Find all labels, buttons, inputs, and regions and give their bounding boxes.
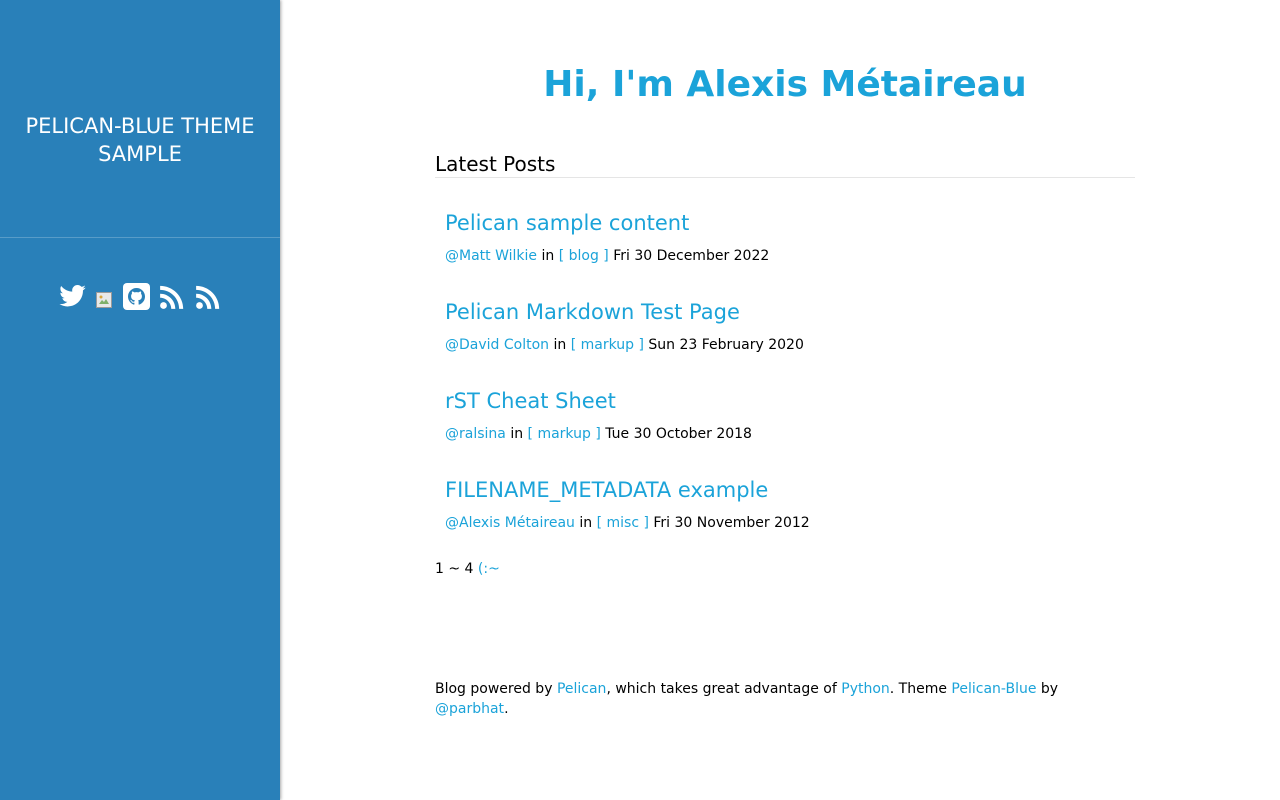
post-item: FILENAME_METADATA example @Alexis Métair… [445, 475, 1125, 533]
rss-icon[interactable] [194, 282, 222, 310]
post-date: Sun 23 February 2020 [648, 337, 804, 353]
theme-link[interactable]: Pelican-Blue [951, 681, 1036, 697]
pelican-link[interactable]: Pelican [557, 681, 607, 697]
in-text: in [579, 515, 593, 531]
pagination: 1 ~ 4 (:~ [435, 559, 500, 579]
post-title-link[interactable]: FILENAME_METADATA example [445, 475, 1125, 505]
page-range: 1 ~ 4 [435, 561, 474, 577]
post-item: Pelican sample content @Matt Wilkie in [… [445, 208, 1125, 266]
author-link[interactable]: @Matt Wilkie [445, 248, 537, 264]
post-meta: @ralsina in [ markup ] Tue 30 October 20… [445, 424, 1125, 444]
in-text: in [553, 337, 567, 353]
section-title: Latest Posts [435, 152, 562, 176]
author-link[interactable]: @ralsina [445, 426, 506, 442]
post-meta: @Alexis Métaireau in [ misc ] Fri 30 Nov… [445, 513, 1125, 533]
footer-text: . Theme [889, 681, 952, 697]
in-text: in [541, 248, 555, 264]
post-date: Fri 30 November 2012 [653, 515, 810, 531]
in-text: in [510, 426, 524, 442]
author-link[interactable]: @Alexis Métaireau [445, 515, 575, 531]
footer: Blog powered by Pelican, which takes gre… [435, 679, 1135, 719]
github-icon[interactable] [122, 282, 150, 310]
post-date: Tue 30 October 2018 [605, 426, 752, 442]
rss-icon[interactable] [158, 282, 186, 310]
next-page-link[interactable]: (:~ [478, 561, 500, 577]
social-links [0, 281, 280, 311]
theme-author-link[interactable]: @parbhat [435, 701, 504, 717]
category-link[interactable]: [ markup ] [528, 426, 601, 442]
sidebar: PELICAN-BLUE THEME SAMPLE [0, 0, 280, 800]
site-title[interactable]: PELICAN-BLUE THEME SAMPLE [0, 112, 280, 168]
post-date: Fri 30 December 2022 [613, 248, 770, 264]
python-link[interactable]: Python [841, 681, 890, 697]
twitter-icon[interactable] [58, 282, 86, 310]
footer-text: , which takes great advantage of [606, 681, 842, 697]
broken-image-icon[interactable] [94, 290, 114, 310]
category-link[interactable]: [ misc ] [597, 515, 649, 531]
post-title-link[interactable]: Pelican Markdown Test Page [445, 297, 1125, 327]
latest-posts-header: Latest Posts [435, 152, 1135, 178]
category-link[interactable]: [ blog ] [559, 248, 609, 264]
post-meta: @David Colton in [ markup ] Sun 23 Febru… [445, 335, 1125, 355]
post-title-link[interactable]: rST Cheat Sheet [445, 386, 1125, 416]
post-item: rST Cheat Sheet @ralsina in [ markup ] T… [445, 386, 1125, 444]
post-meta: @Matt Wilkie in [ blog ] Fri 30 December… [445, 246, 1125, 266]
sidebar-divider [0, 237, 280, 238]
post-title-link[interactable]: Pelican sample content [445, 208, 1125, 238]
page-heading: Hi, I'm Alexis Métaireau [543, 64, 1027, 105]
footer-text: by [1036, 681, 1059, 697]
footer-text: Blog powered by [435, 681, 557, 697]
post-item: Pelican Markdown Test Page @David Colton… [445, 297, 1125, 355]
author-link[interactable]: @David Colton [445, 337, 549, 353]
category-link[interactable]: [ markup ] [571, 337, 644, 353]
footer-text: . [504, 701, 509, 717]
